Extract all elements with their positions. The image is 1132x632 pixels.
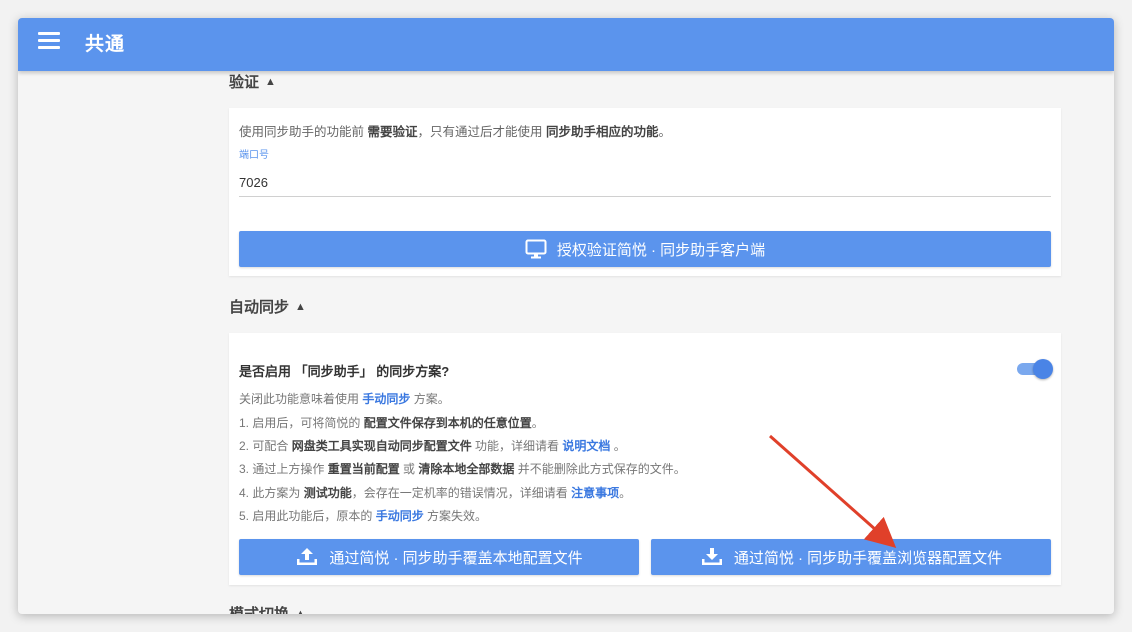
upload-icon [297, 548, 318, 565]
line-text: 关闭此功能意味着使用 [239, 392, 360, 406]
line-text: 。 [619, 486, 632, 500]
autosync-toggle[interactable] [1017, 359, 1053, 379]
section-header-mode[interactable]: 模式切换 ▲ [229, 603, 306, 614]
download-icon [701, 548, 722, 565]
authorize-client-button[interactable]: 授权验证简悦 · 同步助手客户端 [239, 231, 1051, 267]
info-line-1: 1. 启用后，可将简悦的 配置文件保存到本机的任意位置。 [239, 414, 544, 431]
download-overwrite-browser-button[interactable]: 通过简悦 · 同步助手覆盖浏览器配置文件 [651, 539, 1051, 575]
main-content: 验证 ▲ 使用同步助手的功能前 需要验证，只有通过后才能使用 同步助手相应的功能。… [18, 71, 1114, 614]
info-line-4: 4. 此方案为 测试功能，会存在一定机率的错误情况，详细请看 注意事项。 [239, 484, 631, 501]
line-emphasis: 网盘类工具实现自动同步配置文件 [291, 439, 472, 453]
line-text: 功能，详细请看 [475, 439, 560, 453]
hamburger-menu-icon[interactable] [38, 32, 60, 50]
card-autosync: 是否启用 「同步助手」 的同步方案? 关闭此功能意味着使用 手动同步 方案。 1… [229, 333, 1061, 585]
info-line-0: 关闭此功能意味着使用 手动同步 方案。 [239, 390, 450, 407]
page-title: 共通 [85, 34, 126, 55]
line-emphasis: 清除本地全部数据 [418, 462, 515, 476]
chevron-up-icon: ▲ [295, 608, 306, 614]
line-text: 1. 启用后，可将简悦的 [239, 416, 361, 430]
autosync-question: 是否启用 「同步助手」 的同步方案? [239, 364, 450, 379]
line-emphasis: 重置当前配置 [327, 462, 400, 476]
desc-emphasis: 需要验证 [367, 125, 418, 139]
info-line-5: 5. 启用此功能后，原本的 手动同步 方案失效。 [239, 507, 487, 524]
line-emphasis: 测试功能 [303, 486, 352, 500]
app-bar: 共通 [18, 18, 1114, 71]
port-input[interactable] [239, 168, 1051, 197]
monitor-icon [525, 239, 547, 259]
chevron-up-icon: ▲ [295, 301, 306, 313]
line-text: 并不能删除此方式保存的文件。 [517, 462, 686, 476]
line-text: 5. 启用此功能后，原本的 [239, 509, 373, 523]
line-text: 方案失效。 [427, 509, 488, 523]
toggle-thumb [1033, 359, 1053, 379]
line-text: 。 [613, 439, 626, 453]
section-title-verify: 验证 [229, 74, 260, 91]
info-line-2: 2. 可配合 网盘类工具实现自动同步配置文件 功能，详细请看 说明文档 。 [239, 437, 626, 454]
section-title-autosync: 自动同步 [229, 299, 290, 316]
section-title-mode: 模式切换 [229, 606, 289, 614]
download-button-label: 通过简悦 · 同步助手覆盖浏览器配置文件 [733, 549, 1003, 567]
desc-emphasis: 同步助手相应的功能 [546, 125, 659, 139]
desc-text: 。 [658, 125, 672, 139]
line-text: ，会存在一定机率的错误情况，详细请看 [351, 486, 568, 500]
line-text: 3. 通过上方操作 [239, 462, 325, 476]
line-text: 2. 可配合 [239, 439, 289, 453]
line-text: 或 [403, 462, 416, 476]
line-text: 。 [531, 416, 544, 430]
app-window: 共通 验证 ▲ 使用同步助手的功能前 需要验证，只有通过后才能使用 同步助手相应的… [18, 18, 1114, 614]
port-field-label: 端口号 [239, 150, 269, 161]
manual-sync-link-2[interactable]: 手动同步 [376, 509, 424, 523]
notes-link[interactable]: 注意事项 [571, 486, 619, 500]
desc-text: ，只有通过后才能使用 [417, 125, 543, 139]
line-text: 方案。 [413, 392, 450, 406]
manual-sync-link[interactable]: 手动同步 [362, 392, 410, 406]
chevron-up-icon: ▲ [265, 76, 276, 88]
desc-text: 使用同步助手的功能前 [239, 125, 365, 139]
section-header-autosync[interactable]: 自动同步 ▲ [229, 296, 306, 317]
card-verify: 使用同步助手的功能前 需要验证，只有通过后才能使用 同步助手相应的功能。 端口号… [229, 108, 1061, 276]
line-emphasis: 配置文件保存到本机的任意位置 [363, 416, 532, 430]
docs-link[interactable]: 说明文档 [562, 439, 610, 453]
authorize-button-label: 授权验证简悦 · 同步助手客户端 [556, 241, 766, 259]
verify-description: 使用同步助手的功能前 需要验证，只有通过后才能使用 同步助手相应的功能。 [239, 121, 671, 140]
upload-overwrite-local-button[interactable]: 通过简悦 · 同步助手覆盖本地配置文件 [239, 539, 639, 575]
upload-button-label: 通过简悦 · 同步助手覆盖本地配置文件 [329, 549, 583, 567]
line-text: 4. 此方案为 [239, 486, 301, 500]
section-header-verify[interactable]: 验证 ▲ [229, 71, 276, 92]
info-line-3: 3. 通过上方操作 重置当前配置 或 清除本地全部数据 并不能删除此方式保存的文… [239, 460, 686, 477]
